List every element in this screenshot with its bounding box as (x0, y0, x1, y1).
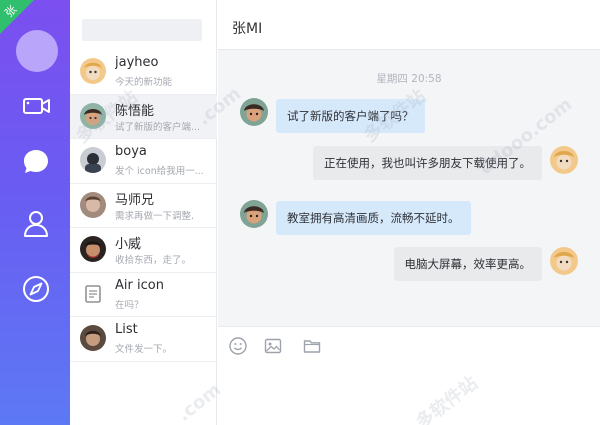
contact-preview: 今天的新功能 (115, 77, 173, 88)
self-avatar (550, 247, 578, 275)
search-input[interactable] (82, 19, 202, 41)
chat-icon[interactable] (19, 145, 53, 179)
emoji-icon[interactable] (228, 336, 248, 356)
message-composer[interactable] (218, 326, 600, 425)
contact-name: 小威 (115, 237, 142, 252)
chat-title: 张MI (232, 21, 263, 37)
contact-name: jayheo (115, 55, 159, 70)
contact-item-ma[interactable]: 马师兄 需求再做一下调整. (70, 184, 217, 228)
video-icon[interactable] (19, 89, 53, 123)
avatar (80, 325, 106, 351)
avatar (80, 147, 106, 173)
image-icon[interactable] (263, 336, 283, 356)
message-bubble-outgoing: 正在使用，我也叫许多朋友下载使用了。 (313, 146, 542, 180)
chat-panel: 张MI 星期四 20:58 试了新版的客户端了吗？ 正在使用，我也叫许多朋友下载… (218, 0, 600, 425)
self-avatar (550, 146, 578, 174)
contact-name: 马师兄 (115, 192, 155, 208)
sender-avatar (240, 98, 268, 126)
sender-avatar (240, 200, 268, 228)
contact-name: List (115, 322, 138, 337)
avatar (80, 280, 106, 307)
chat-header: 张MI (218, 0, 600, 50)
user-avatar[interactable] (16, 30, 58, 72)
avatar (80, 191, 106, 218)
contact-preview: 发个 icon给我用一... (115, 166, 204, 177)
message-bubble-incoming: 试了新版的客户端了吗？ (276, 99, 425, 133)
nav-rail: 张 (0, 0, 70, 425)
contact-item-jayheo[interactable]: jayheo 今天的新功能 (70, 50, 217, 95)
contacts-icon[interactable] (19, 206, 53, 240)
avatar (80, 102, 106, 129)
conversation-list: jayheo 今天的新功能 陈悟能 试了新版的客户端... boya 发个 ic… (70, 0, 217, 425)
contact-item-chen[interactable]: 陈悟能 试了新版的客户端... (70, 94, 217, 139)
contact-item-xiaowei[interactable]: 小威 收拾东西，走了。 (70, 228, 217, 273)
message-bubble-outgoing: 电脑大屏幕，效率更高。 (393, 247, 542, 281)
contact-preview: 需求再做一下调整. (115, 210, 195, 222)
contact-preview: 试了新版的客户端... (115, 121, 201, 133)
contact-item-boya[interactable]: boya 发个 icon给我用一... (70, 139, 217, 184)
contact-preview: 收拾东西，走了。 (115, 255, 192, 266)
contact-item-list[interactable]: List 文件发一下。 (70, 317, 217, 362)
compass-icon[interactable] (19, 272, 53, 306)
message-bubble-incoming: 教室拥有高清画质，流畅不延时。 (276, 201, 471, 235)
contact-name: Air icon (115, 277, 164, 293)
contact-name: boya (115, 144, 147, 159)
folder-icon[interactable] (302, 336, 322, 356)
avatar (80, 58, 106, 84)
message-timestamp: 星期四 20:58 (376, 73, 442, 85)
contact-preview: 在吗？ (115, 299, 144, 311)
contact-item-air-icon[interactable]: Air icon 在吗？ (70, 273, 217, 317)
contact-name: 陈悟能 (115, 103, 155, 119)
contact-preview: 文件发一下。 (115, 344, 173, 355)
avatar (80, 236, 106, 262)
